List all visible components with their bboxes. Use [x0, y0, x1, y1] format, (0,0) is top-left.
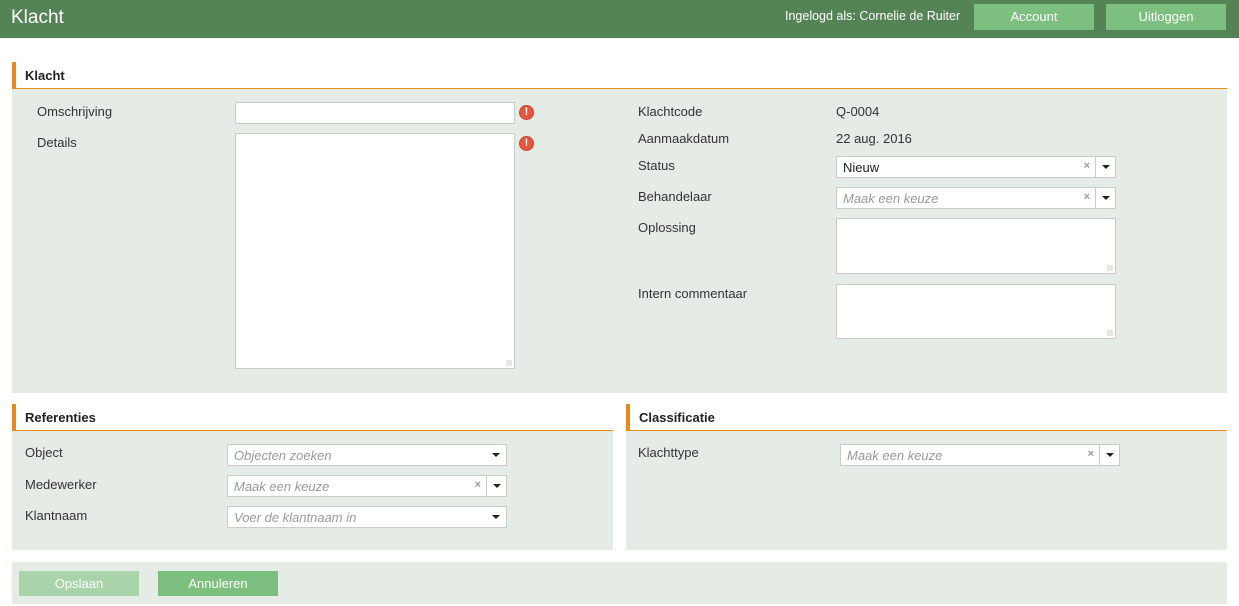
referenties-panel: Referenties Object Objecten zoeken Medew…	[12, 404, 613, 550]
status-clear-icon[interactable]: ×	[1084, 160, 1090, 172]
klachtcode-label: Klachtcode	[638, 104, 703, 119]
klacht-panel: Klacht Omschrijving ! Details ! Klachtco…	[12, 62, 1227, 393]
section-title: Klacht	[25, 68, 65, 83]
oplossing-textarea[interactable]	[836, 218, 1116, 274]
klachttype-clear-icon[interactable]: ×	[1088, 448, 1094, 460]
oplossing-label: Oplossing	[638, 220, 696, 235]
classificatie-section-header: Classificatie	[626, 404, 1227, 431]
cancel-button[interactable]: Annuleren	[158, 571, 278, 596]
save-button[interactable]: Opslaan	[19, 571, 139, 596]
klantnaam-dropdown-button[interactable]	[486, 507, 506, 527]
aanmaakdatum-label: Aanmaakdatum	[638, 131, 730, 146]
klacht-section-header: Klacht	[12, 62, 1227, 89]
klantnaam-label: Klantnaam	[25, 508, 88, 523]
medewerker-label: Medewerker	[25, 477, 97, 492]
section-title: Classificatie	[639, 410, 715, 425]
account-button[interactable]: Account	[974, 4, 1094, 30]
aanmaakdatum-value: 22 aug. 2016	[836, 131, 912, 146]
footer-bar: Opslaan Annuleren	[12, 562, 1227, 604]
behandelaar-dropdown-button[interactable]	[1095, 188, 1115, 208]
medewerker-clear-icon[interactable]: ×	[475, 479, 481, 491]
chevron-down-icon	[492, 515, 500, 519]
omschrijving-error-icon: !	[519, 105, 534, 120]
chevron-down-icon	[1102, 196, 1110, 200]
medewerker-dropdown-button[interactable]	[486, 476, 506, 496]
behandelaar-clear-icon[interactable]: ×	[1084, 191, 1090, 203]
status-select[interactable]: Nieuw ×	[836, 156, 1116, 178]
medewerker-select[interactable]: Maak een keuze ×	[227, 475, 507, 497]
status-dropdown-button[interactable]	[1095, 157, 1115, 177]
intern-commentaar-label: Intern commentaar	[638, 286, 748, 301]
top-bar: Klacht Ingelogd als: Cornelie de Ruiter …	[0, 0, 1239, 38]
klantnaam-select[interactable]: Voer de klantnaam in	[227, 506, 507, 528]
details-textarea[interactable]	[235, 133, 515, 369]
klachtcode-value: Q-0004	[836, 104, 880, 119]
klantnaam-placeholder: Voer de klantnaam in	[234, 510, 357, 525]
logout-button[interactable]: Uitloggen	[1106, 4, 1226, 30]
klachttype-select[interactable]: Maak een keuze ×	[840, 444, 1120, 466]
object-label: Object	[25, 445, 63, 460]
omschrijving-label: Omschrijving	[37, 104, 113, 119]
classificatie-panel: Classificatie Klachttype Maak een keuze …	[626, 404, 1227, 550]
klachttype-placeholder: Maak een keuze	[847, 448, 943, 463]
chevron-down-icon	[493, 484, 501, 488]
details-label: Details	[37, 135, 77, 150]
intern-commentaar-textarea[interactable]	[836, 284, 1116, 339]
behandelaar-select[interactable]: Maak een keuze ×	[836, 187, 1116, 209]
referenties-section-header: Referenties	[12, 404, 613, 431]
object-select[interactable]: Objecten zoeken	[227, 444, 507, 466]
klachttype-label: Klachttype	[638, 445, 699, 460]
chevron-down-icon	[1106, 453, 1114, 457]
omschrijving-input[interactable]	[235, 102, 515, 124]
behandelaar-label: Behandelaar	[638, 189, 712, 204]
object-dropdown-button[interactable]	[486, 445, 506, 465]
page-title: Klacht	[11, 7, 64, 28]
details-error-icon: !	[519, 136, 534, 151]
logged-in-user-label: Ingelogd als: Cornelie de Ruiter	[785, 9, 961, 23]
status-label: Status	[638, 158, 675, 173]
status-selected-value: Nieuw	[843, 160, 880, 175]
section-title: Referenties	[25, 410, 96, 425]
behandelaar-placeholder: Maak een keuze	[843, 191, 939, 206]
klachttype-dropdown-button[interactable]	[1099, 445, 1119, 465]
object-placeholder: Objecten zoeken	[234, 448, 332, 463]
chevron-down-icon	[1102, 165, 1110, 169]
medewerker-placeholder: Maak een keuze	[234, 479, 330, 494]
chevron-down-icon	[492, 453, 500, 457]
